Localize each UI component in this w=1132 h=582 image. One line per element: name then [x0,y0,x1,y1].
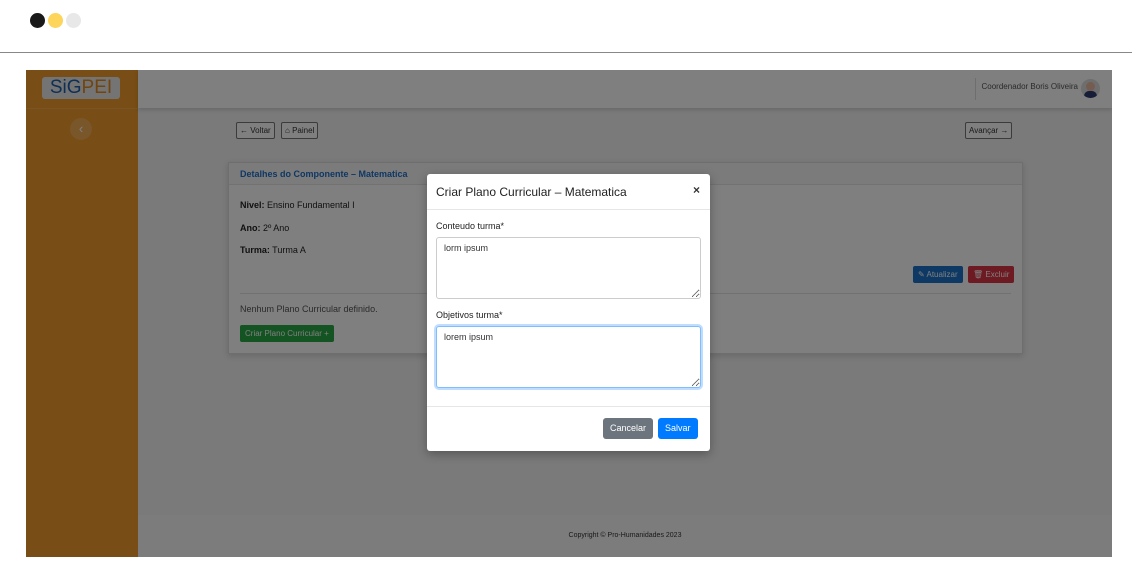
window-dot-maximize[interactable] [66,13,81,28]
window-dot-minimize[interactable] [48,13,63,28]
modal-title: Criar Plano Curricular – Matematica [436,185,627,199]
conteudo-label: Conteudo turma* [436,221,505,231]
objetivos-label: Objetivos turma* [436,310,503,320]
cancel-button[interactable]: Cancelar [603,418,654,439]
objetivos-textarea[interactable]: lorem ipsum [436,326,701,388]
conteudo-textarea[interactable]: lorm ipsum [436,237,701,299]
create-plan-modal: Criar Plano Curricular – Matematica × Co… [427,174,710,451]
window-dot-close[interactable] [30,13,45,28]
save-button[interactable]: Salvar [658,418,698,439]
divider [0,52,1132,53]
modal-footer-divider [427,406,710,407]
modal-header: Criar Plano Curricular – Matematica × [427,174,710,210]
close-icon[interactable]: × [693,183,700,197]
